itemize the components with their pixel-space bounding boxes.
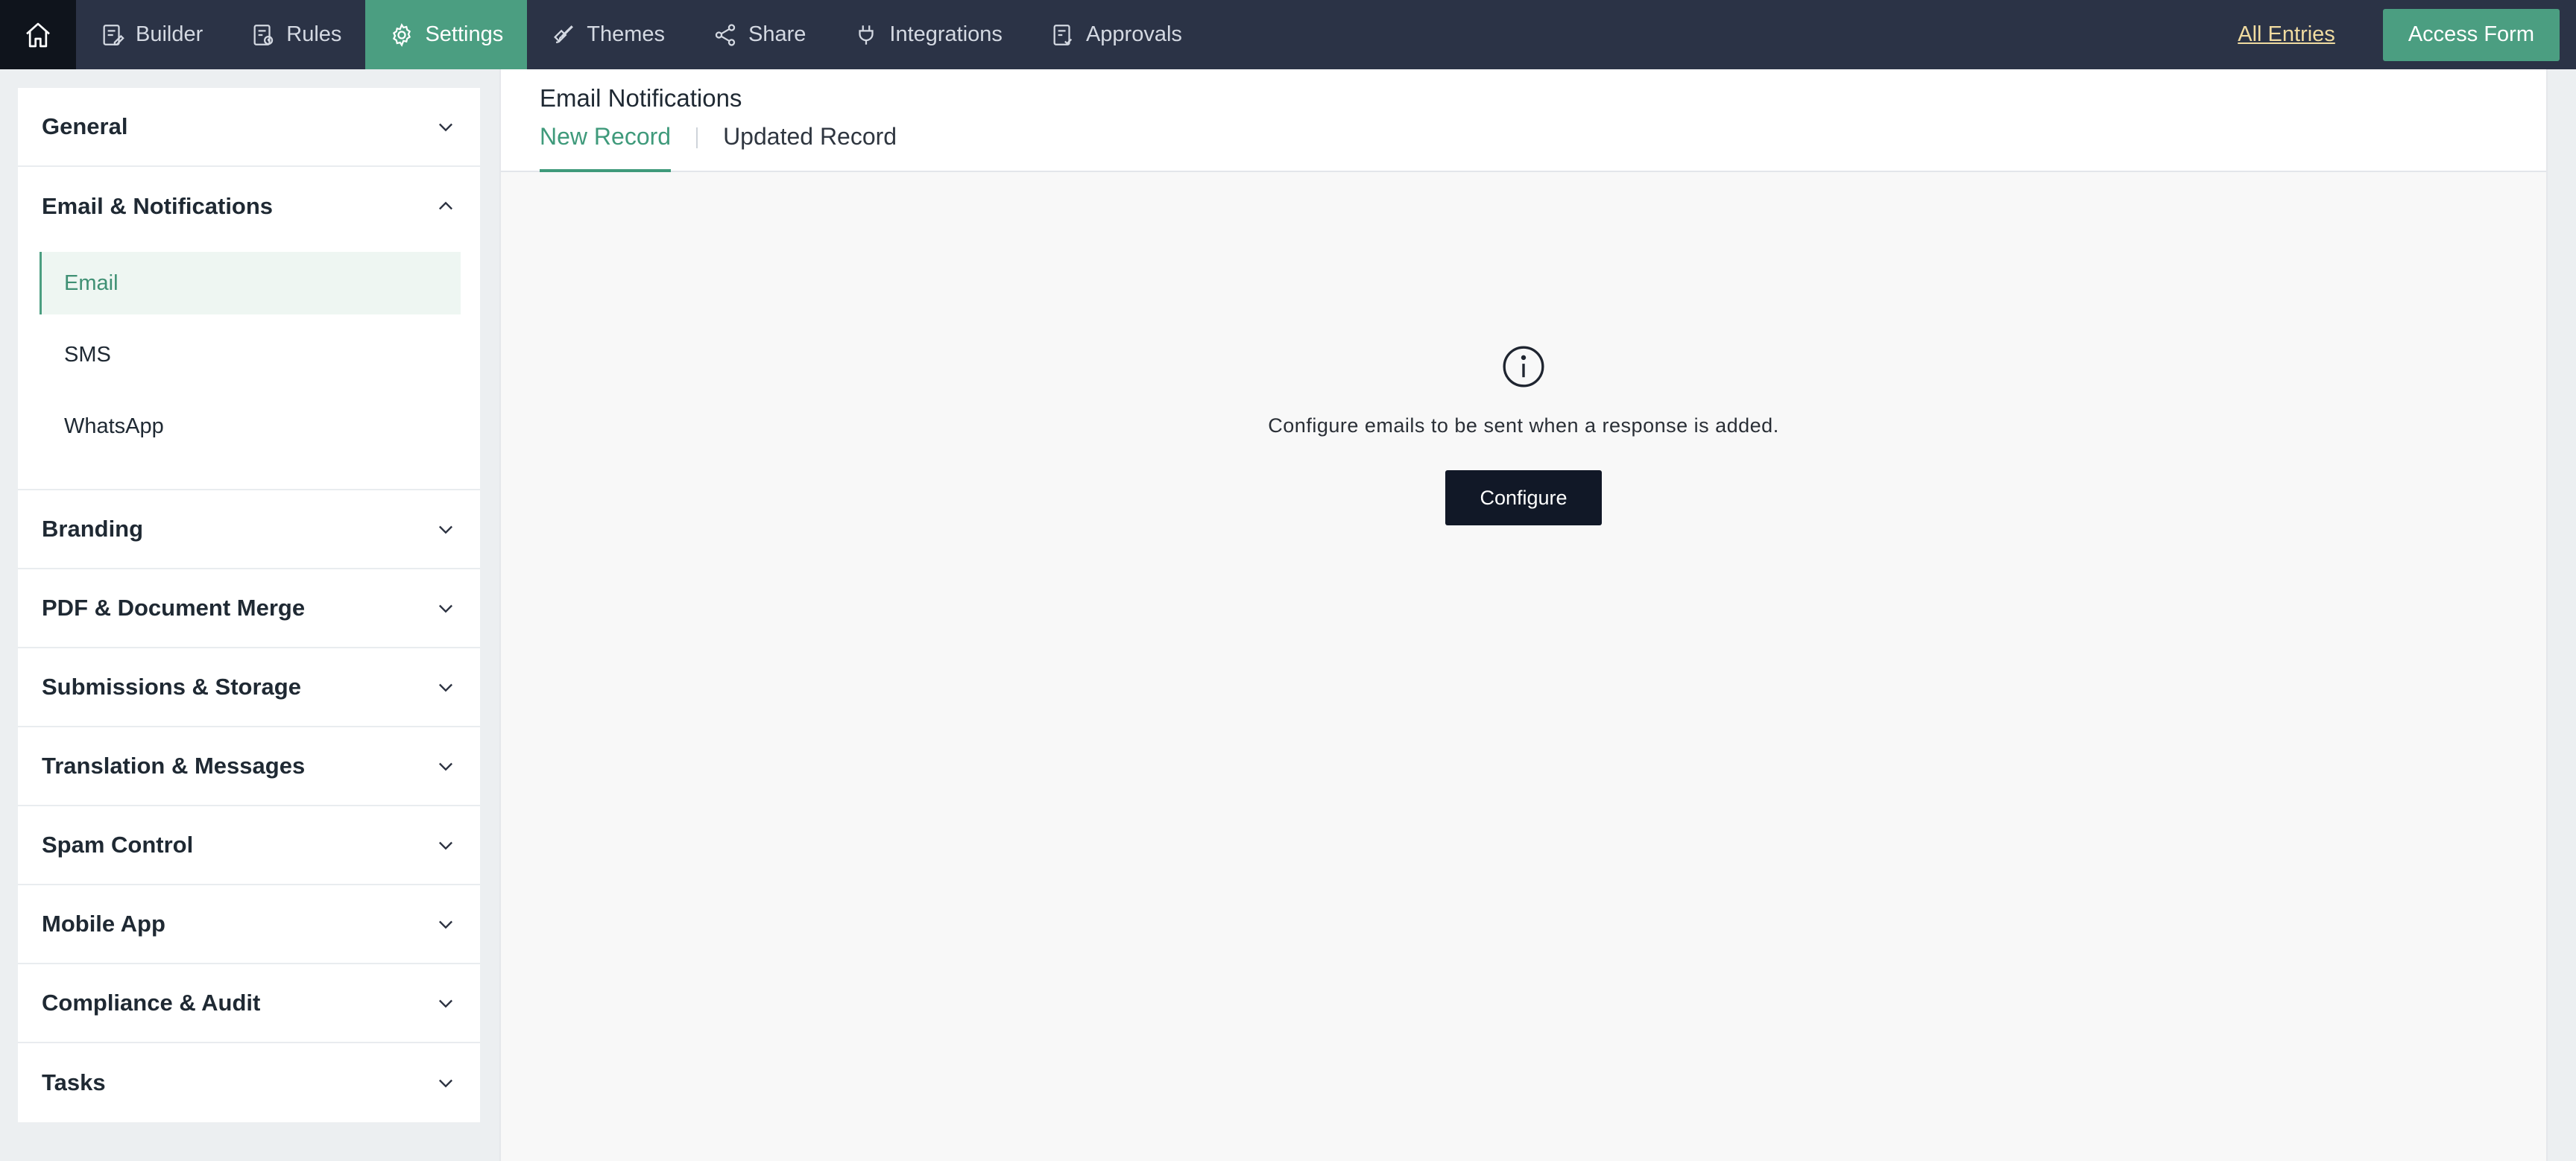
main-nav: Builder Rules Settings Themes Share Inte… <box>76 0 1206 69</box>
sidebar-item-email[interactable]: Email <box>40 252 461 314</box>
top-navigation-bar: Builder Rules Settings Themes Share Inte… <box>0 0 2576 69</box>
section-submissions-storage[interactable]: Submissions & Storage <box>18 648 480 727</box>
sidebar-item-whatsapp[interactable]: WhatsApp <box>40 395 461 458</box>
section-label: Tasks <box>42 1069 106 1095</box>
home-icon <box>26 22 50 47</box>
section-email-notifications[interactable]: Email & Notifications <box>18 167 480 246</box>
section-translation-messages[interactable]: Translation & Messages <box>18 727 480 806</box>
chevron-down-icon <box>439 841 452 850</box>
empty-state: Configure emails to be sent when a respo… <box>501 344 2546 525</box>
section-label: Translation & Messages <box>42 753 306 779</box>
sidebar-item-sms[interactable]: SMS <box>40 323 461 386</box>
nav-share[interactable]: Share <box>689 0 830 69</box>
access-form-button[interactable]: Access Form <box>2382 8 2560 61</box>
section-label: Branding <box>42 516 144 542</box>
main-header: Email Notifications New Record Updated R… <box>501 69 2546 172</box>
chevron-down-icon <box>439 525 452 534</box>
record-tabs: New Record Updated Record <box>540 123 897 172</box>
page-title: Email Notifications <box>540 84 742 112</box>
nav-rules-label: Rules <box>286 22 342 46</box>
configure-button[interactable]: Configure <box>1445 470 1602 525</box>
section-general[interactable]: General <box>18 88 480 167</box>
chevron-down-icon <box>439 604 452 613</box>
section-label: Mobile App <box>42 911 165 937</box>
chevron-down-icon <box>439 920 452 929</box>
settings-sidebar: General Email & Notifications Email SMS … <box>18 88 480 1122</box>
nav-settings-label: Settings <box>425 22 504 46</box>
nav-rules[interactable]: Rules <box>227 0 365 69</box>
nav-approvals-label: Approvals <box>1085 22 1182 46</box>
nav-share-label: Share <box>748 22 806 46</box>
home-button[interactable] <box>0 0 76 69</box>
section-label: General <box>42 113 128 139</box>
section-label: Submissions & Storage <box>42 674 301 700</box>
email-notifications-subitems: Email SMS WhatsApp <box>18 246 480 490</box>
section-label: PDF & Document Merge <box>42 595 306 621</box>
chevron-up-icon <box>439 201 452 210</box>
section-branding[interactable]: Branding <box>18 490 480 569</box>
share-icon <box>715 23 736 46</box>
section-label: Spam Control <box>42 832 194 858</box>
gear-icon <box>393 22 411 47</box>
nav-integrations[interactable]: Integrations <box>830 0 1026 69</box>
section-tasks[interactable]: Tasks <box>18 1043 480 1122</box>
rules-icon <box>253 24 274 45</box>
chevron-down-icon <box>439 123 452 132</box>
tab-divider <box>696 127 698 148</box>
section-mobile-app[interactable]: Mobile App <box>18 885 480 964</box>
chevron-down-icon <box>439 1079 452 1088</box>
all-entries-link[interactable]: All Entries <box>2238 22 2335 47</box>
nav-builder-label: Builder <box>136 22 203 46</box>
topbar-actions: All Entries Access Form <box>2238 0 2576 69</box>
nav-approvals[interactable]: Approvals <box>1026 0 1206 69</box>
tab-updated-record[interactable]: Updated Record <box>723 123 897 172</box>
approvals-icon <box>1053 24 1073 45</box>
section-pdf-document-merge[interactable]: PDF & Document Merge <box>18 569 480 648</box>
section-spam-control[interactable]: Spam Control <box>18 806 480 885</box>
info-icon <box>1500 344 1547 393</box>
nav-integrations-label: Integrations <box>889 22 1003 46</box>
nav-builder[interactable]: Builder <box>76 0 227 69</box>
section-label: Compliance & Audit <box>42 990 261 1016</box>
chevron-down-icon <box>439 999 452 1008</box>
brush-icon <box>554 25 574 43</box>
chevron-down-icon <box>439 762 452 771</box>
main-content: Email Notifications New Record Updated R… <box>499 69 2548 1161</box>
nav-settings[interactable]: Settings <box>365 0 528 69</box>
tab-new-record[interactable]: New Record <box>540 123 672 172</box>
chevron-down-icon <box>439 683 452 692</box>
section-compliance-audit[interactable]: Compliance & Audit <box>18 964 480 1043</box>
nav-themes-label: Themes <box>587 22 665 46</box>
nav-themes[interactable]: Themes <box>527 0 689 69</box>
plug-icon <box>859 25 874 45</box>
builder-icon <box>103 24 124 45</box>
empty-state-message: Configure emails to be sent when a respo… <box>1268 414 1779 437</box>
section-label: Email & Notifications <box>42 193 274 219</box>
